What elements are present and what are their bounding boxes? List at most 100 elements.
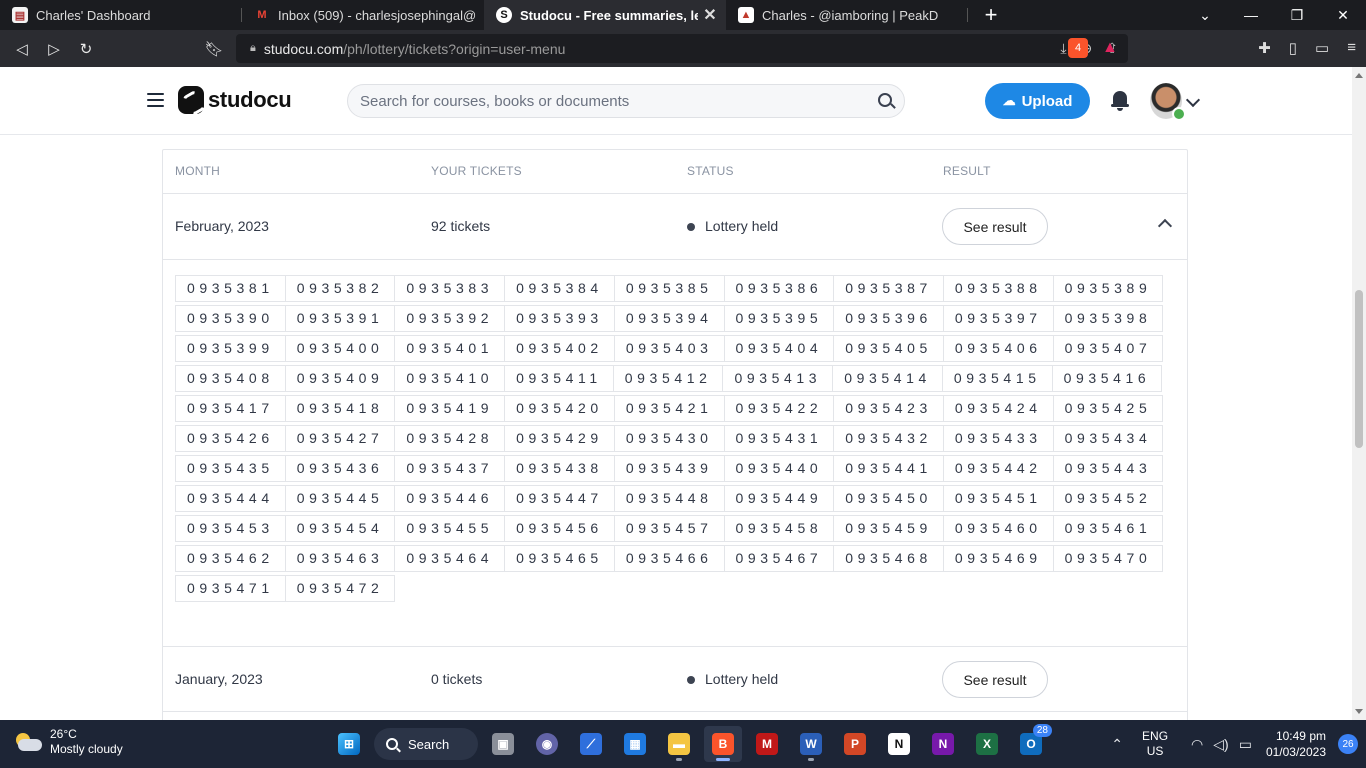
extension-icons: ✚ ▯ ▭ ≡ xyxy=(1258,39,1356,57)
scroll-up-icon[interactable] xyxy=(1355,73,1363,78)
task-view-button[interactable]: ▣ xyxy=(484,726,522,762)
start-button[interactable]: ⊞ xyxy=(330,726,368,762)
see-result-button[interactable]: See result xyxy=(942,208,1048,245)
ticket-number: 0935401 xyxy=(394,335,506,362)
ticket-number: 0935440 xyxy=(723,455,835,482)
hamburger-menu-icon[interactable] xyxy=(147,93,164,107)
close-window-icon[interactable]: ✕ xyxy=(1320,0,1366,30)
ticket-number: 0935397 xyxy=(942,305,1054,332)
ticket-number: 0935423 xyxy=(833,395,944,422)
tab-gmail[interactable]: M Inbox (509) - charlesjosephingal@gma xyxy=(242,0,484,30)
windows-taskbar: 26°C Mostly cloudy ⊞ Search ▣ ◉ ⟋ ▦ ▬ B … xyxy=(0,720,1366,768)
store-button[interactable]: ▦ xyxy=(616,726,654,762)
ticket-number: 0935428 xyxy=(394,425,506,452)
table-row[interactable]: January, 2023 0 tickets Lottery held See… xyxy=(163,646,1187,712)
notification-bell-icon[interactable] xyxy=(1111,91,1129,111)
minimize-icon[interactable]: — xyxy=(1228,0,1274,30)
volume-icon[interactable]: ◁) xyxy=(1213,736,1228,753)
tab-title: Studocu - Free summaries, lecture xyxy=(520,7,698,23)
restore-icon[interactable]: ❐ xyxy=(1274,0,1320,30)
ticket-number: 0935452 xyxy=(1052,485,1164,512)
chat-button[interactable]: ◉ xyxy=(528,726,566,762)
app-button[interactable]: ⟋ xyxy=(572,726,610,762)
page-scrollbar[interactable] xyxy=(1352,67,1366,720)
bookmark-icon[interactable]: 🔖︎ xyxy=(198,33,230,65)
address-bar[interactable]: 🔒︎ studocu.com/ph/lottery/tickets?origin… xyxy=(236,34,1128,63)
ticket-number: 0935449 xyxy=(723,485,835,512)
ticket-number: 0935454 xyxy=(284,515,396,542)
onenote-button[interactable]: N xyxy=(924,726,962,762)
menu-icon[interactable]: ≡ xyxy=(1347,39,1356,57)
ticket-number: 0935392 xyxy=(394,305,506,332)
forward-icon[interactable]: ▷ xyxy=(38,33,70,65)
upload-button[interactable]: ☁ Upload xyxy=(985,83,1090,119)
ticket-number: 0935425 xyxy=(1052,395,1164,422)
logo-text: studocu xyxy=(208,87,292,112)
studocu-favicon-icon: S xyxy=(496,7,512,23)
ticket-number: 0935407 xyxy=(1052,335,1164,362)
ticket-number: 0935417 xyxy=(175,395,286,422)
status-dot-icon xyxy=(687,676,695,685)
clock[interactable]: 10:49 pm 01/03/2023 xyxy=(1266,728,1326,760)
tab-dashboard[interactable]: ▤ Charles' Dashboard xyxy=(0,0,242,30)
ticket-number: 0935455 xyxy=(394,515,506,542)
ticket-number: 0935414 xyxy=(832,365,943,392)
outlook-button[interactable]: O 28 xyxy=(1012,724,1052,762)
brave-shields-icon[interactable]: 4 xyxy=(1068,38,1088,58)
blue-app-icon: ⟋ xyxy=(580,733,602,755)
taskbar-search[interactable]: Search xyxy=(374,728,478,760)
url-host: studocu.com xyxy=(263,40,344,57)
row-tickets: 0 tickets xyxy=(431,671,483,687)
scroll-down-icon[interactable] xyxy=(1355,709,1363,714)
excel-button[interactable]: X xyxy=(968,726,1006,762)
tab-search-icon[interactable]: ⌄ xyxy=(1182,0,1228,30)
system-tray: ⌃ ENG US ◠ ◁) ▭ 10:49 pm 01/03/2023 26 xyxy=(1106,720,1366,768)
new-tab-button[interactable]: + xyxy=(976,0,1006,30)
close-tab-icon[interactable]: ✕ xyxy=(702,5,718,25)
extensions-icon[interactable]: ✚ xyxy=(1258,39,1271,57)
word-button[interactable]: W xyxy=(792,726,830,762)
ticket-number: 0935472 xyxy=(284,575,396,602)
ticket-number: 0935419 xyxy=(394,395,506,422)
back-icon[interactable]: ◁ xyxy=(6,33,38,65)
weather-widget[interactable]: 26°C Mostly cloudy xyxy=(14,727,123,757)
folder-icon: ▬ xyxy=(668,733,690,755)
install-icon[interactable]: ⤓ xyxy=(1060,40,1066,57)
windows-logo-icon: ⊞ xyxy=(338,733,360,755)
brave-rewards-icon[interactable]: ▲ xyxy=(1102,39,1118,57)
ticket-number: 0935388 xyxy=(942,275,1054,302)
wifi-icon[interactable]: ◠ xyxy=(1191,736,1203,753)
chevron-up-icon[interactable]: ⌃ xyxy=(1111,736,1123,753)
mcafee-button[interactable]: M xyxy=(748,726,786,762)
outlook-badge: 28 xyxy=(1032,724,1052,737)
chevron-down-icon[interactable] xyxy=(1185,92,1201,108)
scrollbar-thumb[interactable] xyxy=(1355,290,1363,448)
ticket-number: 0935444 xyxy=(175,485,286,512)
avatar[interactable] xyxy=(1150,83,1186,121)
studocu-logo[interactable]: studocu xyxy=(178,86,292,114)
brave-browser-button[interactable]: B xyxy=(704,726,742,762)
notification-count-badge[interactable]: 26 xyxy=(1338,734,1358,754)
file-explorer-button[interactable]: ▬ xyxy=(660,726,698,762)
language-indicator[interactable]: ENG US xyxy=(1142,729,1168,759)
ticket-number: 0935398 xyxy=(1052,305,1164,332)
sidebar-icon[interactable]: ▯ xyxy=(1289,39,1297,57)
powerpoint-button[interactable]: P xyxy=(836,726,874,762)
search-icon[interactable] xyxy=(878,93,892,107)
notion-icon: N xyxy=(888,733,910,755)
search-input[interactable]: Search for courses, books or documents xyxy=(347,84,905,118)
ticket-number: 0935432 xyxy=(833,425,944,452)
tab-peakd[interactable]: ▲ Charles - @iamboring | PeakD xyxy=(726,0,968,30)
notion-button[interactable]: N xyxy=(880,726,918,762)
tab-studocu[interactable]: S Studocu - Free summaries, lecture ✕ xyxy=(484,0,726,30)
wallet-icon[interactable]: ▭ xyxy=(1315,39,1329,57)
reload-icon[interactable]: ↻ xyxy=(70,33,102,65)
ticket-number: 0935471 xyxy=(175,575,286,602)
header-tickets: YOUR TICKETS xyxy=(431,164,522,178)
see-result-button[interactable]: See result xyxy=(942,661,1048,698)
row-status: Lottery held xyxy=(687,218,778,234)
chevron-up-icon[interactable] xyxy=(1157,218,1173,234)
ticket-number: 0935450 xyxy=(833,485,944,512)
table-row[interactable]: February, 2023 92 tickets Lottery held S… xyxy=(163,194,1187,260)
battery-icon[interactable]: ▭ xyxy=(1239,736,1252,753)
